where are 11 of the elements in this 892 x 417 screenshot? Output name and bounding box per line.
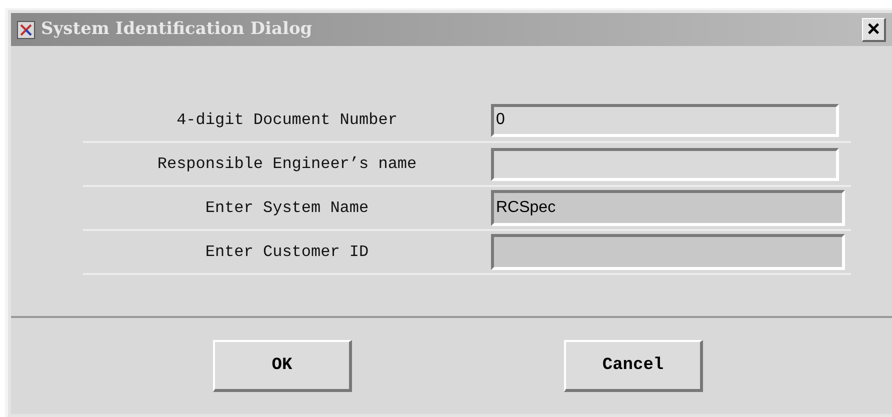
field-label: Responsible Engineer’s name	[156, 154, 418, 175]
field-label: 4-digit Document Number	[176, 110, 398, 131]
close-button[interactable]: ×	[862, 18, 886, 42]
dialog-button[interactable]: Cancel	[564, 340, 703, 392]
input-field[interactable]	[491, 148, 839, 180]
window-title: System Identification Dialog	[41, 18, 314, 41]
app-icon	[17, 20, 35, 38]
dialog-button[interactable]: OK	[213, 340, 352, 392]
field-label: Enter Customer ID	[204, 242, 370, 263]
input-field[interactable]: 0	[491, 104, 839, 136]
field-label: Enter System Name	[204, 198, 370, 219]
